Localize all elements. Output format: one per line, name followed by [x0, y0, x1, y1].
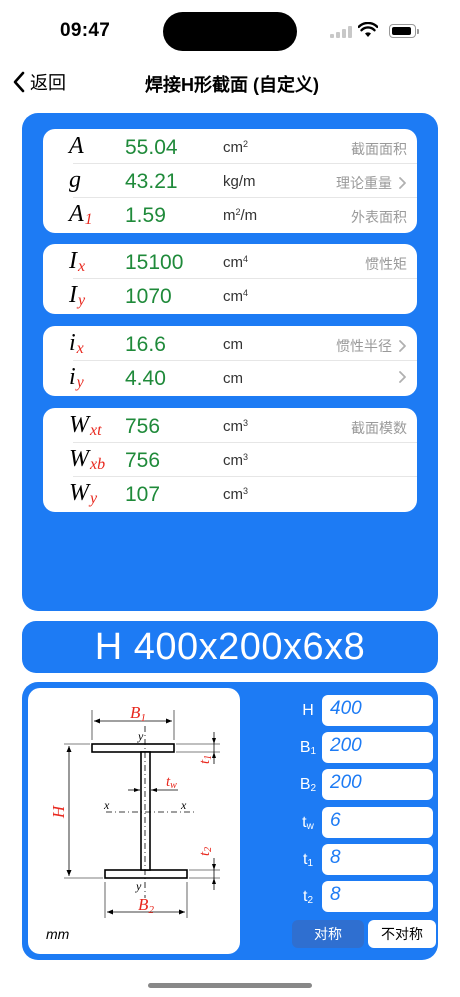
property-value: 1.59	[125, 204, 166, 227]
property-label: 惯性矩	[365, 256, 407, 272]
property-label: 截面模数	[351, 420, 407, 436]
property-row: Ix 15100 cm4 惯性矩	[43, 245, 417, 279]
property-unit: m2/m	[223, 207, 258, 224]
top-flange	[91, 743, 175, 753]
dimension-input[interactable]: 200	[322, 732, 433, 764]
section-title: H 400x200x6x8	[94, 625, 366, 668]
property-unit: cm	[223, 370, 243, 387]
label-t2: t2	[197, 847, 214, 856]
property-unit: cm	[223, 336, 243, 353]
property-unit: cm3	[223, 452, 249, 469]
property-label	[392, 370, 407, 384]
property-symbol: Wxt	[69, 412, 102, 439]
property-symbol: Ix	[69, 248, 86, 275]
label-y-top: y	[137, 729, 144, 743]
signal-icon	[330, 26, 354, 38]
nav-bar: 返回 焊接H形截面 (自定义)	[0, 60, 460, 104]
property-card: Ix 15100 cm4 惯性矩 Iy 1070 cm4	[43, 244, 417, 314]
label-y-bottom: y	[135, 879, 142, 893]
dimension-label: H	[302, 702, 314, 719]
wifi-icon	[358, 22, 378, 37]
unit-label: mm	[46, 926, 70, 942]
chevron-right-icon	[399, 340, 406, 352]
page-title: 焊接H形截面 (自定义)	[145, 75, 319, 95]
property-symbol: Wxb	[69, 446, 106, 473]
property-label: 惯性半径	[336, 336, 407, 356]
property-symbol: A1	[69, 201, 93, 228]
property-unit: cm4	[223, 254, 249, 271]
property-symbol: iy	[69, 364, 84, 391]
property-label: 理论重量	[336, 173, 407, 193]
h-section-drawing: B1 B2 H tw t1 t2 x x y y	[49, 703, 220, 918]
label-b2: B2	[138, 895, 154, 916]
property-unit: cm4	[223, 288, 249, 305]
property-value: 1070	[125, 285, 172, 308]
property-row[interactable]: ix 16.6 cm 惯性半径	[43, 327, 417, 361]
home-indicator	[148, 983, 312, 988]
property-unit: cm2	[223, 139, 249, 156]
property-symbol: Wy	[69, 480, 98, 507]
asymmetric-toggle-button[interactable]: 不对称	[368, 920, 436, 948]
property-value: 107	[125, 483, 161, 506]
label-x-left: x	[103, 798, 110, 812]
property-row[interactable]: iy 4.40 cm	[43, 361, 417, 395]
dimension-input[interactable]: 400	[322, 695, 433, 726]
dimension-label: B2	[299, 776, 317, 795]
dimension-label: t1	[302, 850, 313, 869]
web	[140, 751, 151, 871]
property-symbol: ix	[69, 330, 84, 357]
label-tw: tw	[166, 774, 177, 791]
property-row: Wxb 756 cm3	[43, 443, 417, 477]
property-row: A1 1.59 m2/m 外表面积	[43, 198, 417, 232]
property-row: Iy 1070 cm4	[43, 279, 417, 313]
battery-icon	[389, 24, 419, 38]
label-h: H	[49, 804, 68, 819]
dynamic-island	[163, 12, 297, 51]
chevron-right-icon	[399, 177, 406, 189]
property-card: A 55.04 cm2 截面面积 g 43.21 kg/m 理论重量 A1 1.59 m2/m 外表面…	[43, 129, 417, 233]
property-value: 43.21	[125, 170, 178, 193]
property-unit: cm3	[223, 486, 249, 503]
property-value: 15100	[125, 251, 184, 274]
property-unit: cm3	[223, 418, 249, 435]
status-time: 09:47	[60, 20, 111, 41]
section-title-bar: H 400x200x6x8	[22, 621, 438, 673]
dimension-input[interactable]: 6	[322, 806, 433, 838]
property-card: ix 16.6 cm 惯性半径 iy 4.40 cm	[43, 326, 417, 396]
property-unit: kg/m	[223, 173, 256, 190]
property-value: 55.04	[125, 136, 178, 159]
property-row: Wy 107 cm3	[43, 477, 417, 511]
property-card: Wxt 756 cm3 截面模数 Wxb 756 cm3 Wy 107 cm3	[43, 408, 417, 512]
dimension-label: tw	[302, 813, 314, 832]
bottom-flange	[104, 869, 188, 879]
property-symbol: A	[69, 133, 84, 159]
dimension-input[interactable]: 200	[322, 769, 433, 801]
property-row: Wxt 756 cm3 截面模数	[43, 409, 417, 443]
dimension-label: t2	[302, 888, 313, 906]
dimension-input[interactable]: 8	[322, 843, 433, 875]
label-t1: t1	[197, 755, 214, 764]
symmetric-toggle-button[interactable]: 对称	[292, 920, 364, 948]
property-label: 截面面积	[351, 141, 407, 157]
property-value: 756	[125, 415, 161, 438]
dimension-label: B1	[299, 739, 317, 758]
status-bar: 09:47	[0, 0, 460, 60]
property-label: 外表面积	[351, 209, 407, 225]
section-diagram: B1 B2 H tw t1 t2 x x y y mm	[28, 688, 240, 954]
dimension-input[interactable]: 8	[322, 881, 433, 912]
label-b1: B1	[130, 703, 146, 724]
label-x-right: x	[180, 798, 187, 812]
property-value: 16.6	[125, 333, 166, 356]
property-symbol: g	[69, 167, 81, 193]
property-value: 756	[125, 449, 161, 472]
property-value: 4.40	[125, 367, 166, 390]
property-row: A 55.04 cm2 截面面积	[43, 130, 417, 164]
property-row[interactable]: g 43.21 kg/m 理论重量	[43, 164, 417, 198]
property-symbol: Iy	[69, 282, 86, 309]
chevron-right-icon	[399, 371, 406, 383]
